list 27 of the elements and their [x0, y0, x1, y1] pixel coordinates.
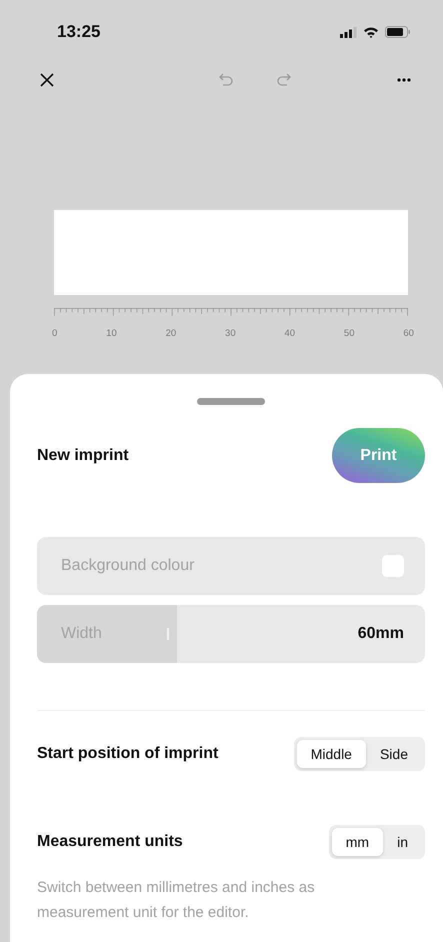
ruler-label: 60: [403, 328, 414, 339]
ruler-label: 20: [166, 328, 176, 339]
signal-icon: [340, 26, 357, 38]
more-icon: [397, 78, 411, 82]
battery-icon: [385, 26, 411, 38]
segment-option[interactable]: Middle: [296, 740, 366, 768]
segment-option[interactable]: mm: [332, 828, 384, 856]
setting-label: Start position of imprint: [37, 745, 218, 763]
sheet-title: New imprint: [37, 446, 129, 464]
ruler-label: 30: [225, 328, 236, 339]
background-colour-label: Background colour: [61, 557, 194, 575]
setting-description: Switch between millimetres and inches as measurement unit for the editor.: [37, 878, 316, 923]
ruler-label: 40: [284, 328, 296, 339]
wifi-icon: [363, 26, 379, 38]
redo-icon: [276, 72, 292, 88]
drag-handle[interactable]: [197, 398, 265, 405]
segment-option[interactable]: Side: [366, 740, 422, 768]
undo-icon: [218, 72, 234, 88]
width-value: 60mm: [358, 625, 404, 643]
close-icon: [40, 73, 54, 87]
ruler-label: 10: [106, 328, 117, 339]
segment-option[interactable]: in: [383, 828, 422, 856]
status-time: 13:25: [57, 22, 100, 42]
ruler-label: 50: [344, 328, 354, 339]
ruler-label: 0: [52, 328, 58, 339]
label-preview[interactable]: [54, 210, 408, 295]
setting-label: Measurement units: [37, 833, 183, 851]
